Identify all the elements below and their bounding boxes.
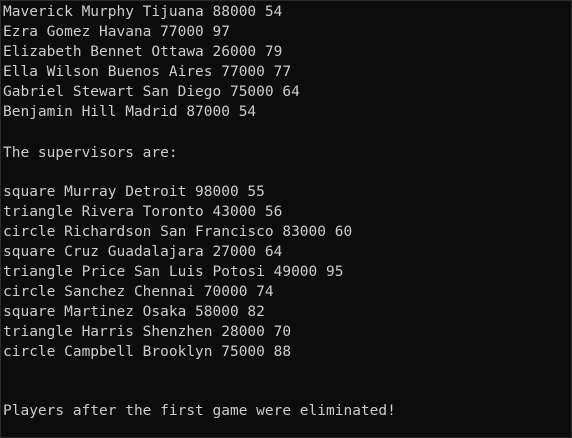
output-line: Ella Wilson Buenos Aires 77000 77 (3, 64, 292, 80)
output-line: square Cruz Guadalajara 27000 64 (3, 244, 283, 260)
output-line: circle Sanchez Chennai 70000 74 (3, 284, 274, 300)
output-line: square Martinez Osaka 58000 82 (3, 304, 265, 320)
output-line: triangle Harris Shenzhen 28000 70 (3, 324, 292, 340)
console-output: Maverick Murphy Tijuana 88000 54 Ezra Go… (0, 0, 572, 438)
output-line: Gabriel Stewart San Diego 75000 64 (3, 84, 300, 100)
output-line: circle Campbell Brooklyn 75000 88 (3, 344, 292, 360)
output-line: triangle Price San Luis Potosi 49000 95 (3, 264, 344, 280)
output-line: Elizabeth Bennet Ottawa 26000 79 (3, 44, 283, 60)
output-line: Maverick Murphy Tijuana 88000 54 (3, 4, 283, 20)
output-line: Benjamin Hill Madrid 87000 54 (3, 104, 257, 120)
section-heading: The supervisors are: (3, 145, 178, 161)
output-line: circle Richardson San Francisco 83000 60 (3, 224, 353, 240)
output-line: square Murray Detroit 98000 55 (3, 184, 265, 200)
output-line: Ezra Gomez Havana 77000 97 (3, 24, 230, 40)
status-message: Players after the first game were elimin… (3, 403, 396, 419)
output-line: triangle Rivera Toronto 43000 56 (3, 204, 283, 220)
